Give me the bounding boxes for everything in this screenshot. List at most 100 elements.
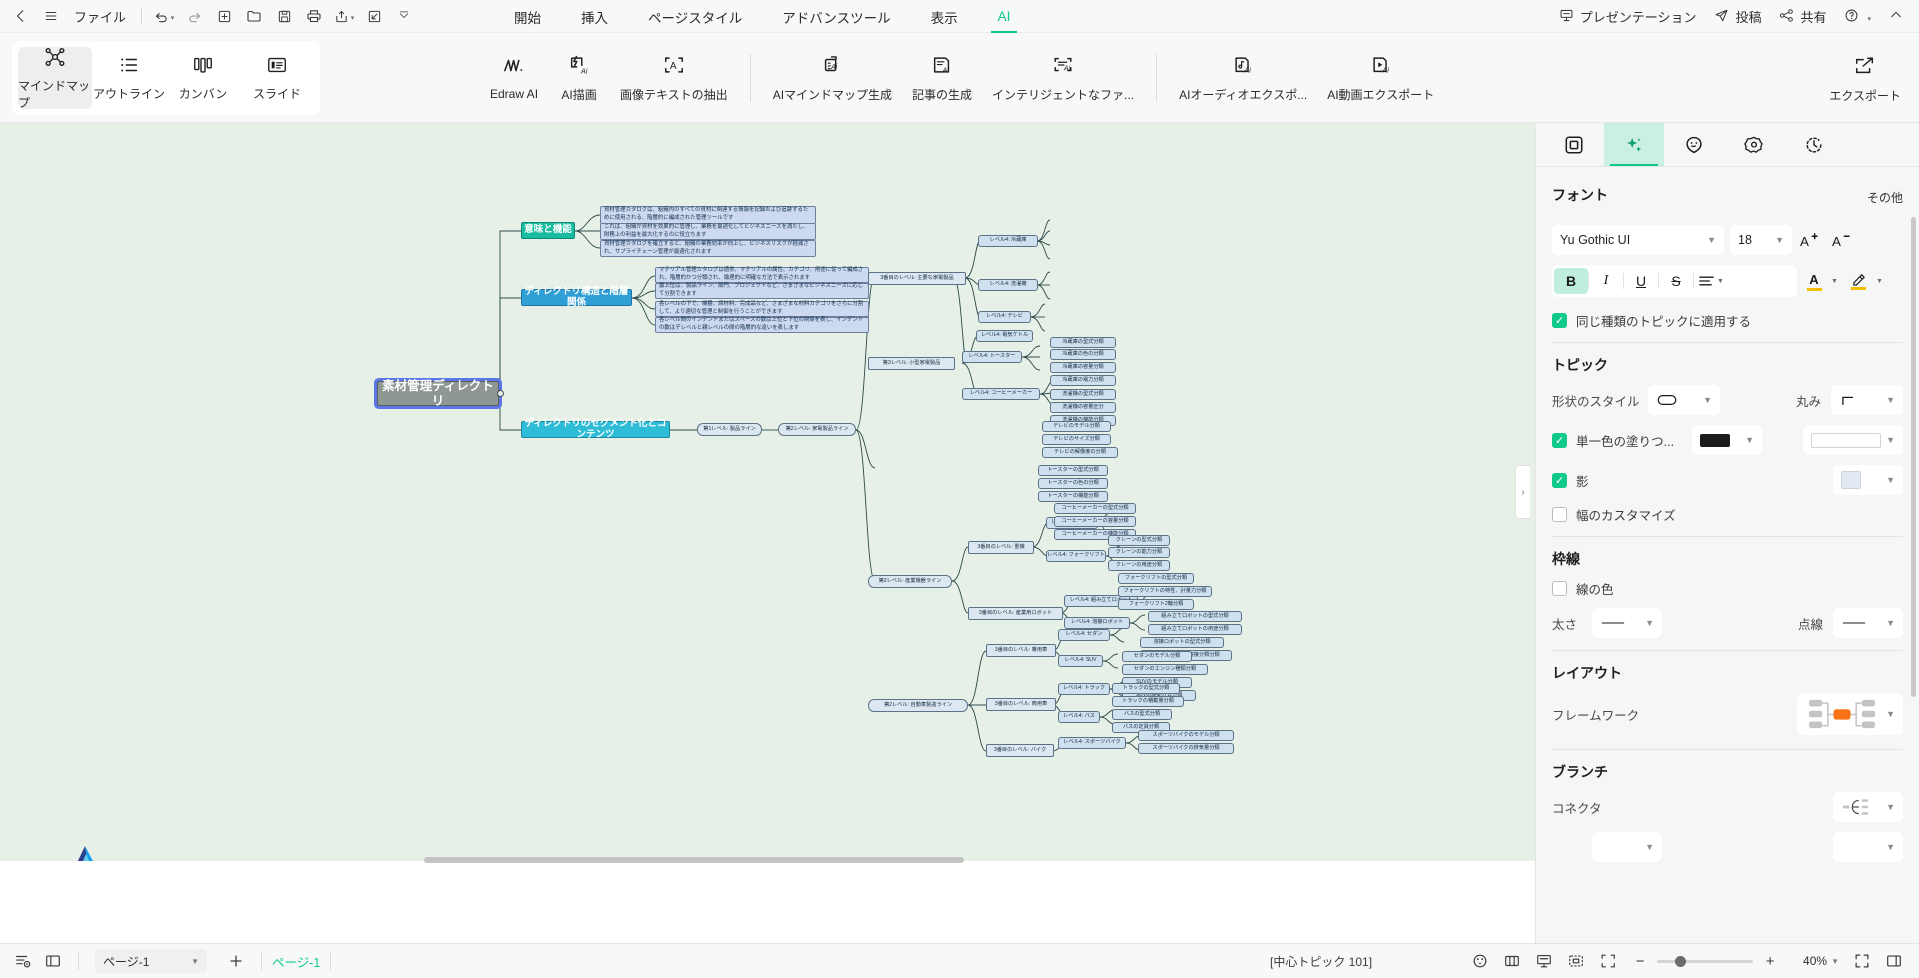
tab-ai[interactable]: AI	[978, 0, 1031, 33]
level2-node-automotive[interactable]: 第2レベル: 自動車製造ライン	[868, 699, 968, 712]
leaf-node[interactable]: 資材管理カタログは、組織内のすべての資材に関連する情報を記録および追跡するために…	[600, 206, 816, 224]
highlight-color-button[interactable]	[1842, 273, 1876, 290]
level5-node[interactable]: 洗濯機の型式分類	[1050, 389, 1116, 400]
level5-node[interactable]: 溶接ロボットの型式分類	[1140, 637, 1224, 648]
level5-node[interactable]: スポーツバイクのモデル分類	[1138, 730, 1234, 741]
font-family-select[interactable]: Yu Gothic UI ▼	[1552, 225, 1724, 255]
font-color-button[interactable]: A	[1797, 272, 1831, 291]
level4-node[interactable]: レベル4: スポーツバイク	[1058, 737, 1126, 749]
shadow-color-select[interactable]: ▼	[1833, 465, 1903, 495]
split-icon[interactable]	[1497, 948, 1527, 974]
leaf-node[interactable]: 各レベル間のインデントまたはスペースの数は上位と下位の関係を表し、インデントの数…	[655, 317, 869, 333]
tab-advanced-tools[interactable]: アドバンスツール	[762, 0, 910, 33]
chevron-down-icon[interactable]: ▼	[1831, 957, 1839, 966]
level4-node[interactable]: レベル4: 冷蔵庫	[978, 235, 1038, 247]
level5-node[interactable]: フォークリフトの特性、計量力分類	[1118, 586, 1212, 597]
tab-settings[interactable]	[1724, 123, 1784, 166]
framework-select[interactable]: ▼	[1797, 693, 1903, 735]
collapse-ribbon-button[interactable]	[1881, 4, 1911, 30]
presentation-button[interactable]: プレゼンテーション	[1551, 4, 1705, 30]
level4-node[interactable]: レベル4: 洗濯機	[978, 279, 1038, 291]
secondary-fill-select[interactable]: ▼	[1803, 425, 1903, 455]
level2-node-home-appliance[interactable]: 第2レベル: 家電製品ライン	[778, 423, 856, 436]
text-align-button[interactable]: ▼	[1694, 268, 1728, 294]
level5-node[interactable]: トースターの色の分類	[1038, 478, 1108, 489]
level5-node[interactable]: 組み立てロボットの用途分類	[1148, 624, 1242, 635]
level5-node[interactable]: コーヒーメーカーの容量分類	[1054, 516, 1136, 527]
chevron-down-icon[interactable]: ▼	[1876, 278, 1883, 285]
chevron-down-icon[interactable]: ▾	[351, 14, 355, 22]
strikethrough-button[interactable]: S	[1659, 268, 1693, 294]
zoom-slider[interactable]	[1657, 955, 1754, 967]
zoom-in-button[interactable]: +	[1755, 948, 1785, 974]
post-button[interactable]: 投稿	[1706, 4, 1769, 30]
scrollbar-thumb[interactable]	[424, 857, 964, 863]
line-color-checkbox[interactable]	[1552, 581, 1567, 596]
ai-mindmap-generate-button[interactable]: Ai AIマインドマップ生成	[763, 45, 902, 111]
tab-home[interactable]: 開始	[494, 0, 561, 33]
level5-node[interactable]: 冷蔵庫の色の分類	[1050, 349, 1116, 360]
level4-node[interactable]: レベル4: トラック	[1058, 683, 1110, 695]
leaf-node[interactable]: マテリアル管理カタログは通常、マテリアルの属性、カテゴリ、用途に従って編成され、…	[655, 267, 869, 283]
color-icon[interactable]	[1465, 948, 1495, 974]
save-icon[interactable]	[269, 3, 299, 29]
level4-node[interactable]: レベル4: トースター	[962, 351, 1022, 363]
level5-node[interactable]: 組み立てロボットの型式分類	[1148, 611, 1242, 622]
custom-width-checkbox[interactable]	[1552, 507, 1567, 522]
mindmap-root-node[interactable]: 素材管理ディレクトリ	[377, 379, 499, 408]
present-icon[interactable]	[1529, 948, 1559, 974]
level5-node[interactable]: トラックの積載量分類	[1112, 696, 1184, 707]
level4-node[interactable]: レベル4: セダン	[1058, 629, 1110, 641]
view-slide-button[interactable]: スライド	[240, 47, 314, 109]
solid-fill-checkbox[interactable]: ✓	[1552, 432, 1567, 448]
view-mindmap-button[interactable]: マインドマップ	[18, 47, 92, 110]
new-icon[interactable]	[209, 3, 239, 29]
share-export-icon[interactable]: ▾	[329, 3, 359, 29]
tab-view[interactable]: 表示	[911, 0, 978, 33]
apply-same-type-row[interactable]: ✓ 同じ種類のトピックに適用する	[1552, 311, 1903, 330]
chevron-down-icon[interactable]: ▾	[1867, 15, 1871, 23]
mindmap-canvas[interactable]: 素材管理ディレクトリ 意味と機能 資材管理カタログは、組織内のすべての資材に関連…	[0, 123, 1535, 861]
tab-emoji[interactable]	[1664, 123, 1724, 166]
right-panel-scrollbar[interactable]	[1911, 217, 1916, 697]
file-menu[interactable]: ファイル	[66, 3, 134, 29]
level5-node[interactable]: スポーツバイクの排気量分類	[1138, 743, 1234, 754]
canvas-panel-collapse[interactable]: ›	[1510, 123, 1535, 861]
ai-audio-export-button[interactable]: Ai AIオーディオエクスポ...	[1169, 45, 1317, 111]
font-size-select[interactable]: 18 ▼	[1730, 225, 1792, 255]
branch-node-directory-structure[interactable]: ディレクトリ構造と階層関係	[521, 286, 632, 307]
page-select[interactable]: ページ-1 ▼	[95, 949, 207, 973]
undo-icon[interactable]: ▾	[149, 3, 179, 29]
dashes-select[interactable]: ▼	[1833, 608, 1903, 638]
leaf-node[interactable]: 最上位は、製品ライン、部門、プロジェクトなど、さまざまなビジネスニーズに応じて分…	[655, 283, 869, 299]
font-more-link[interactable]: その他	[1867, 189, 1903, 206]
expand-canvas-icon[interactable]	[1847, 948, 1877, 974]
intelligent-file-button[interactable]: Ai インテリジェントなファ...	[982, 45, 1144, 111]
zoom-slider-knob[interactable]	[1675, 955, 1687, 967]
connector-select[interactable]: ▼	[1833, 792, 1903, 822]
level3-node[interactable]: 3番目のレベル: 乗用車	[986, 644, 1056, 657]
tab-shape[interactable]	[1544, 123, 1604, 166]
bold-button[interactable]: B	[1554, 268, 1588, 294]
apply-same-type-checkbox[interactable]: ✓	[1552, 313, 1567, 328]
ai-article-generate-button[interactable]: Ai 記事の生成	[902, 45, 982, 111]
share-button[interactable]: 共有	[1771, 4, 1834, 30]
branch-node-segmentation-content[interactable]: ディレクトリのセグメント化とコンテンツ	[521, 418, 670, 439]
add-page-button[interactable]	[221, 948, 251, 974]
more-icon[interactable]	[389, 3, 419, 29]
zoom-out-button[interactable]: −	[1625, 948, 1655, 974]
leaf-node[interactable]: 各レベルの下で、機器、原材料、完成品など、さまざまな材料カテゴリをさらに分割して…	[655, 301, 869, 317]
level5-node[interactable]: フォークリフトの型式分類	[1118, 573, 1194, 584]
level5-node[interactable]: クレーンの用途分類	[1108, 560, 1170, 571]
open-folder-icon[interactable]	[239, 3, 269, 29]
fill-color-select[interactable]: ▼	[1692, 425, 1762, 455]
page-tab[interactable]: ページ-1	[272, 952, 320, 971]
tab-ai-style[interactable]	[1604, 123, 1664, 166]
ai-video-export-button[interactable]: Ai AI動画エクスポート	[1317, 45, 1444, 111]
outline-view-icon[interactable]	[8, 948, 38, 974]
root-collapse-toggle[interactable]	[497, 390, 504, 397]
level5-node[interactable]: トラックの型式分類	[1112, 683, 1180, 694]
underline-button[interactable]: U	[1624, 268, 1658, 294]
level5-node[interactable]: トースターの機能分類	[1038, 491, 1108, 502]
level4-node[interactable]: レベル4: コーヒーメーカー	[962, 388, 1040, 400]
